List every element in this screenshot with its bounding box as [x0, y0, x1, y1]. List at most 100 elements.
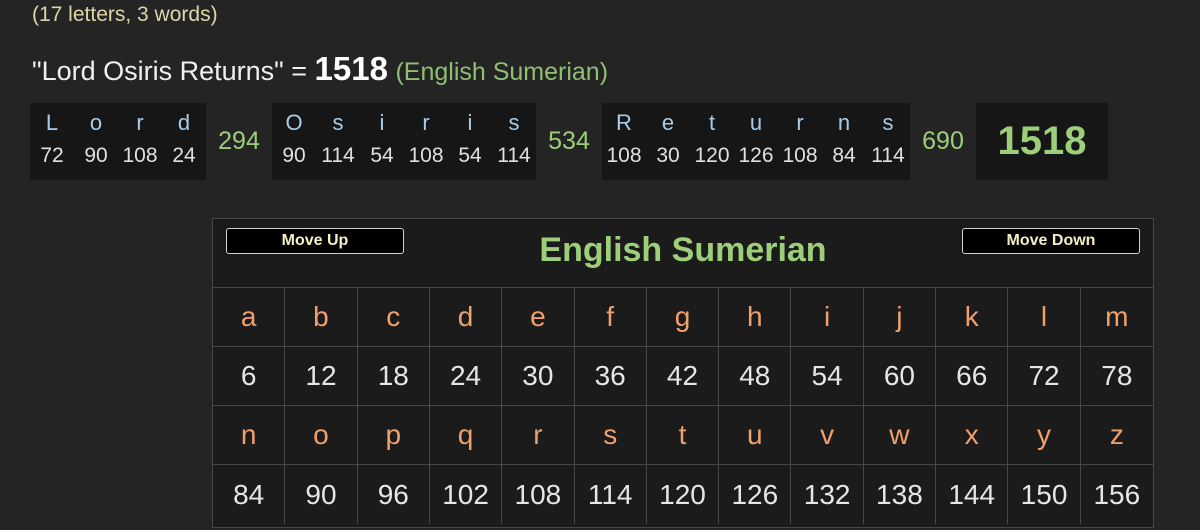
cipher-letter-cell: p — [357, 406, 430, 465]
cipher-value-cell: 132 — [791, 465, 864, 524]
cipher-letter-cell: s — [574, 406, 647, 465]
cipher-value-cell: 60 — [863, 347, 937, 406]
cipher-letter-cell: d — [429, 288, 503, 347]
cipher-letter-cell: g — [646, 288, 720, 347]
cipher-value-cell: 54 — [791, 347, 864, 406]
cipher-value-cell: 48 — [719, 347, 792, 406]
letter-column: R 108 — [602, 103, 646, 180]
cipher-letter-cell: u — [719, 406, 792, 465]
cipher-value-cell: 108 — [502, 465, 575, 524]
cipher-value-cell: 156 — [1093, 478, 1141, 510]
breakdown-letter: e — [661, 110, 675, 135]
cipher-value-cell: 138 — [864, 465, 937, 524]
breakdown-letter: r — [422, 110, 430, 135]
cipher-value-cell: 84 — [213, 465, 286, 524]
breakdown-letter-value: 108 — [606, 144, 642, 167]
breakdown-letter-value: 120 — [694, 144, 730, 167]
word-block: L 72 o 90 r 108 d 24 — [30, 103, 206, 180]
letter-column: s 114 — [492, 103, 536, 180]
letter-column: i 54 — [360, 103, 404, 180]
phrase-text: "Lord Osiris Returns" = — [32, 56, 315, 86]
letter-count: (17 letters, 3 words) — [32, 3, 218, 26]
breakdown-letter: t — [708, 110, 716, 135]
letter-column: O 90 — [272, 103, 316, 180]
cipher-value-cell: 66 — [936, 347, 1009, 406]
cipher-letter-cell: e — [502, 288, 575, 347]
breakdown-letter-value: 54 — [458, 144, 482, 167]
cipher-value-cell: 42 — [646, 347, 720, 406]
breakdown-letter: R — [616, 110, 632, 135]
cipher-value-cell: 90 — [285, 465, 358, 524]
cipher-grid: a b c d e f g h i j k l m 6 12 18 24 30 36 42 48 54 60 66 72 78 n o… — [213, 288, 1153, 524]
breakdown-letter: O — [285, 110, 303, 135]
breakdown-letter-value: 72 — [40, 144, 64, 167]
cipher-value-cell: 120 — [647, 465, 720, 524]
breakdown-letter: s — [882, 110, 894, 135]
phrase-cipher-name: (English Sumerian) — [395, 58, 609, 86]
letter-column: o 90 — [74, 103, 118, 180]
breakdown-letter-value: 30 — [656, 144, 680, 167]
letter-column: L 72 — [30, 103, 74, 180]
breakdown-letter-value: 126 — [738, 144, 774, 167]
cipher-table-header: Move Up English Sumerian Move Down — [213, 219, 1153, 288]
breakdown-letter-value: 54 — [370, 144, 394, 167]
cipher-value-cell: 114 — [575, 465, 647, 524]
breakdown-letter-value: 108 — [408, 144, 444, 167]
cipher-letter-cell: b — [285, 288, 358, 347]
word-block: O 90 s 114 i 54 r 108 i 54 s 114 — [272, 103, 536, 180]
cipher-value-cell: 96 — [358, 465, 430, 524]
cipher-letter-cell: m — [1080, 288, 1153, 347]
breakdown-letter-value: 90 — [84, 144, 108, 167]
breakdown-letter: n — [837, 110, 851, 135]
cipher-value-cell: 18 — [357, 347, 430, 406]
cipher-letter-cell: r — [502, 406, 575, 465]
cipher-letter-cell: c — [357, 288, 430, 347]
cipher-letter-cell: x — [936, 406, 1009, 465]
letter-column: i 54 — [448, 103, 492, 180]
cipher-letter-cell: h — [719, 288, 792, 347]
cipher-value-cell: 72 — [1008, 347, 1081, 406]
cipher-letter-cell: w — [863, 406, 937, 465]
word-block: R 108 e 30 t 120 u 126 r 108 n 84 s 114 — [602, 103, 910, 180]
cipher-letter-cell: k — [936, 288, 1009, 347]
cipher-value-cell: 126 — [719, 465, 792, 524]
breakdown-letter-value: 108 — [122, 144, 158, 167]
letter-column: r 108 — [118, 103, 162, 180]
cipher-value-cell: 102 — [430, 465, 503, 524]
cipher-value-cell: 150 — [1008, 465, 1081, 524]
grand-total: 1518 — [976, 103, 1108, 180]
cipher-value-cell: 30 — [502, 347, 575, 406]
breakdown-letter-value: 114 — [871, 144, 905, 167]
cipher-letter-cell: f — [574, 288, 647, 347]
cipher-letter-cell: y — [1008, 406, 1081, 465]
cipher-letter-cell: l — [1008, 288, 1081, 347]
breakdown-letter: d — [177, 110, 191, 135]
cipher-letter-cell: j — [863, 288, 937, 347]
breakdown-letter: L — [45, 110, 59, 135]
breakdown-letter: i — [379, 110, 385, 135]
breakdown-letter-value: 24 — [172, 144, 196, 167]
breakdown-letter-value: 108 — [782, 144, 818, 167]
cipher-letter-cell: t — [646, 406, 720, 465]
word-sum: 534 — [536, 103, 602, 180]
breakdown-letter-value: 114 — [321, 144, 355, 167]
letter-column: t 120 — [690, 103, 734, 180]
word-sum: 690 — [910, 103, 976, 180]
breakdown-letter: u — [749, 110, 763, 135]
breakdown-letter-value: 90 — [282, 144, 306, 167]
cipher-value-cell: 12 — [285, 347, 358, 406]
letter-column: r 108 — [778, 103, 822, 180]
cipher-value-cell: 6 — [213, 347, 286, 406]
breakdown-letter-value: 84 — [832, 144, 856, 167]
cipher-table: Move Up English Sumerian Move Down abcde… — [212, 218, 1154, 528]
cipher-letter-cell: q — [429, 406, 503, 465]
letter-column: s 114 — [316, 103, 360, 180]
breakdown-letter: r — [136, 110, 144, 135]
cipher-letter-cell: z — [1080, 406, 1153, 465]
letter-column: n 84 — [822, 103, 866, 180]
breakdown-letter: s — [508, 110, 520, 135]
letter-column: e 30 — [646, 103, 690, 180]
cipher-letter-cell: a — [213, 288, 286, 347]
cipher-value-cell: 78 — [1080, 347, 1153, 406]
move-down-button[interactable]: Move Down — [962, 228, 1140, 254]
